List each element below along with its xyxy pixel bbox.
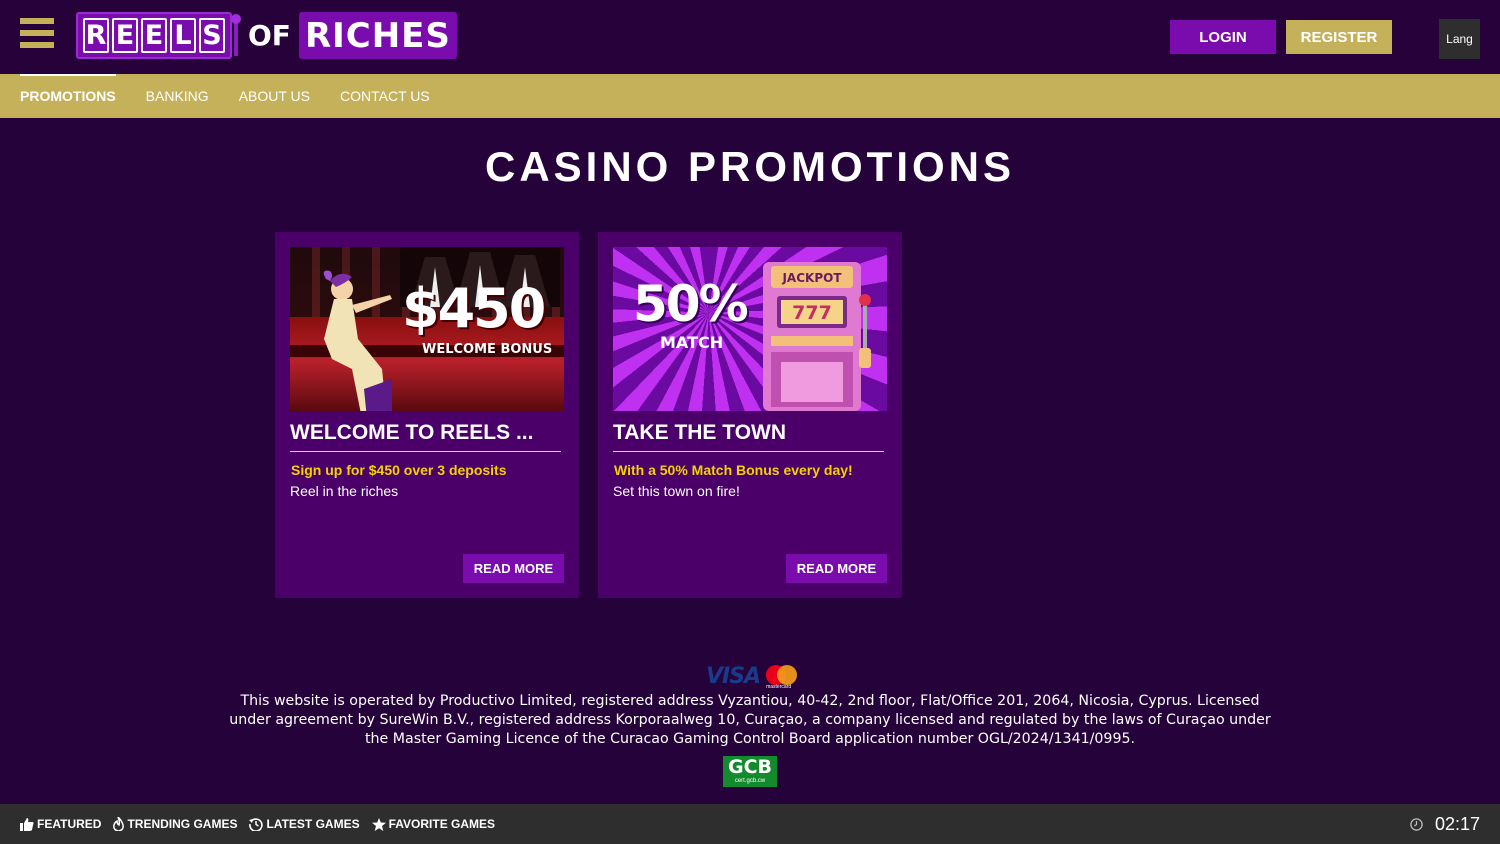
page-title: CASINO PROMOTIONS bbox=[484, 143, 1016, 190]
nav-item-banking[interactable]: BANKING bbox=[146, 74, 209, 118]
slot-machine-illustration: JACKPOT 777 bbox=[763, 262, 871, 411]
promo-subtitle: With a 50% Match Bonus every day! bbox=[614, 462, 853, 478]
promo-description: Set this town on fire! bbox=[613, 483, 740, 499]
nav-item-about-us[interactable]: ABOUT US bbox=[239, 74, 310, 118]
slot-reels-text: 777 bbox=[792, 302, 832, 324]
promo-image-amount: 50% bbox=[633, 275, 749, 333]
history-icon bbox=[249, 818, 264, 831]
logo-lever-icon bbox=[231, 13, 241, 56]
promo-title[interactable]: TAKE THE TOWN bbox=[613, 421, 884, 452]
lady-illustration bbox=[323, 270, 392, 411]
site-logo[interactable]: R E E L S OF RICHES bbox=[76, 12, 457, 59]
logo-letter: E bbox=[141, 18, 167, 53]
promo-description: Reel in the riches bbox=[290, 483, 399, 499]
promo-subtitle: Sign up for $450 over 3 deposits bbox=[291, 462, 507, 478]
bottom-item-label: FAVORITE GAMES bbox=[388, 817, 496, 831]
legal-text: This website is operated by Productivo L… bbox=[229, 693, 1271, 747]
site-header: R E E L S OF RICHES LOGIN REGISTER Lang bbox=[0, 0, 1500, 74]
mastercard-logo: mastercard bbox=[766, 664, 800, 690]
promo-image-caption: MATCH bbox=[660, 333, 724, 352]
promo-image-50-match[interactable]: 50% MATCH JACKPOT 777 bbox=[613, 247, 887, 411]
logo-letter: E bbox=[112, 18, 138, 53]
promo-image-amount: $450 bbox=[402, 277, 546, 340]
promo-image-welcome-bonus[interactable]: $450 WELCOME BONUS bbox=[290, 247, 564, 411]
logo-letter: L bbox=[170, 18, 196, 53]
logo-of: OF bbox=[248, 19, 291, 52]
promo-image-caption: WELCOME BONUS bbox=[422, 342, 553, 357]
promo-card: 50% MATCH JACKPOT 777 TAKE THE TOWN With… bbox=[598, 232, 902, 598]
logo-riches: RICHES bbox=[298, 12, 457, 59]
bottom-bar: FEATURED TRENDING GAMES LATEST GAMES FAV… bbox=[0, 804, 1500, 844]
star-icon bbox=[371, 817, 386, 831]
read-more-button[interactable]: READ MORE bbox=[463, 554, 564, 583]
bottom-item-latest-games[interactable]: LATEST GAMES bbox=[249, 817, 360, 831]
nav-item-promotions[interactable]: PROMOTIONS bbox=[20, 74, 116, 118]
hamburger-menu-icon[interactable] bbox=[20, 18, 54, 48]
language-button[interactable]: Lang bbox=[1439, 19, 1480, 59]
logo-reels-box: R E E L S bbox=[76, 12, 232, 59]
bottom-item-trending-games[interactable]: TRENDING GAMES bbox=[113, 817, 237, 831]
promo-card: $450 WELCOME BONUS WELCOME TO REELS ... … bbox=[275, 232, 579, 598]
payment-logos: VISA mastercard bbox=[706, 664, 800, 690]
visa-logo: VISA bbox=[706, 664, 761, 689]
mastercard-wordmark: mastercard bbox=[766, 683, 792, 690]
main-nav: PROMOTIONS BANKING ABOUT US CONTACT US bbox=[0, 74, 1500, 118]
register-button[interactable]: REGISTER bbox=[1286, 20, 1392, 54]
read-more-button[interactable]: READ MORE bbox=[786, 554, 887, 583]
clock-icon bbox=[1410, 817, 1423, 831]
thumbs-up-icon bbox=[20, 817, 34, 831]
login-button[interactable]: LOGIN bbox=[1170, 20, 1276, 54]
gcb-badge-title: GCB bbox=[727, 756, 773, 778]
bottom-item-favorite-games[interactable]: FAVORITE GAMES bbox=[371, 817, 496, 831]
bottom-item-label: TRENDING GAMES bbox=[127, 817, 238, 831]
bottom-item-label: FEATURED bbox=[37, 817, 102, 831]
clock-time: 02:17 bbox=[1434, 813, 1480, 834]
nav-item-contact-us[interactable]: CONTACT US bbox=[340, 74, 430, 118]
promo-title[interactable]: WELCOME TO REELS ... bbox=[290, 421, 561, 452]
logo-letter: S bbox=[199, 18, 225, 53]
gcb-badge-subtitle: cert.gcb.cw bbox=[734, 778, 766, 784]
logo-letter: R bbox=[83, 18, 109, 53]
slot-sign-text: JACKPOT bbox=[781, 271, 842, 285]
flame-icon bbox=[113, 817, 125, 831]
gcb-license-badge[interactable]: GCB cert.gcb.cw bbox=[723, 756, 777, 787]
bottom-item-label: LATEST GAMES bbox=[266, 817, 360, 831]
clock: 02:17 bbox=[1410, 804, 1480, 844]
bottom-item-featured[interactable]: FEATURED bbox=[20, 817, 101, 831]
